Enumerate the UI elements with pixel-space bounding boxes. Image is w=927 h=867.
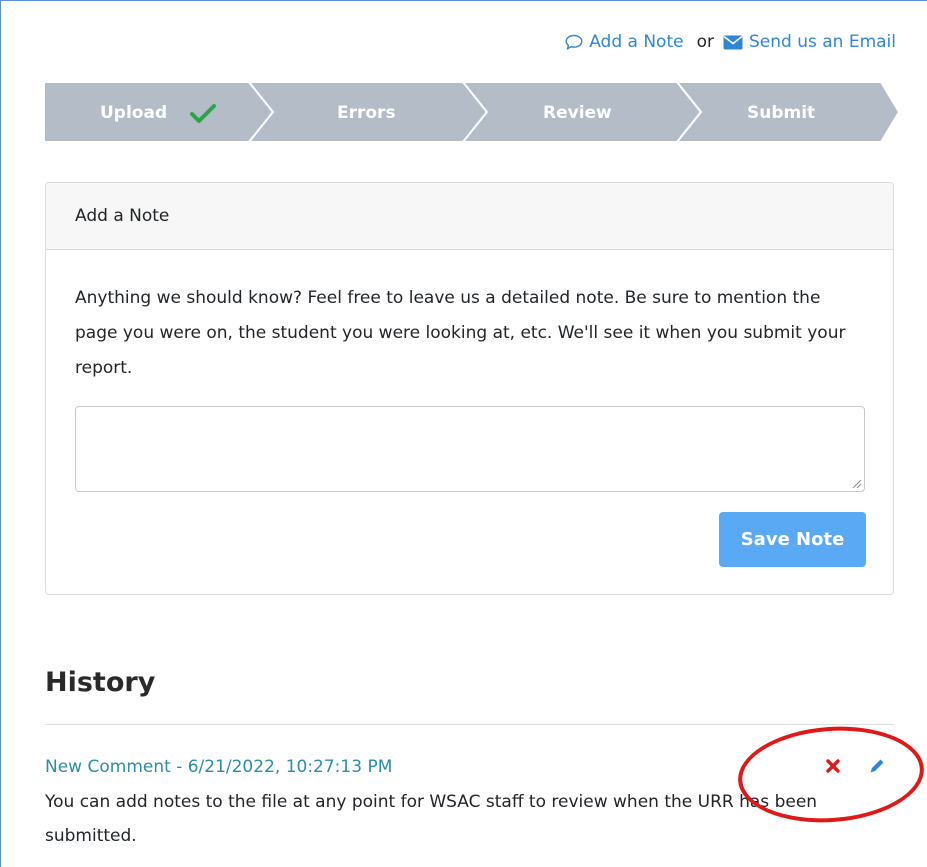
card-title: Add a Note (75, 206, 170, 226)
add-note-link-label: Add a Note (589, 32, 684, 52)
add-note-link[interactable]: Add a Note (565, 30, 684, 54)
delete-icon[interactable] (826, 759, 840, 773)
wizard-step-submit[interactable]: Submit (674, 81, 901, 143)
wizard-step-upload-label: Upload (100, 103, 167, 123)
send-email-link[interactable]: Send us an Email (723, 30, 896, 54)
save-note-button[interactable]: Save Note (719, 512, 866, 567)
wizard-step-errors[interactable]: Errors (246, 81, 489, 143)
or-separator: or (696, 32, 714, 52)
send-email-link-label: Send us an Email (748, 32, 896, 52)
card-header: Add a Note (46, 183, 893, 250)
wizard-step-submit-label: Submit (747, 103, 815, 123)
note-description: Anything we should know? Feel free to le… (75, 288, 846, 378)
card-body: Anything we should know? Feel free to le… (46, 250, 893, 492)
history-heading: History (45, 667, 156, 698)
pencil-icon[interactable] (868, 757, 886, 775)
comment-icon (565, 34, 583, 50)
note-textarea[interactable] (75, 406, 865, 492)
comment-body: You can add notes to the file at any poi… (45, 792, 818, 846)
wizard-step-review[interactable]: Review (460, 81, 703, 143)
progress-wizard: Upload Errors Review Submit (43, 81, 901, 143)
resize-grip-icon[interactable] (850, 477, 862, 489)
header-links: Add a Note or Send us an Email (565, 30, 896, 54)
wizard-step-errors-label: Errors (337, 103, 396, 123)
envelope-icon (723, 35, 743, 49)
comment-header: New Comment - 6/21/2022, 10:27:13 PM (45, 757, 393, 777)
add-note-card: Add a Note Anything we should know? Feel… (45, 182, 894, 595)
wizard-step-upload[interactable]: Upload (43, 81, 275, 143)
wizard-step-review-label: Review (543, 103, 612, 123)
history-divider (45, 724, 894, 725)
